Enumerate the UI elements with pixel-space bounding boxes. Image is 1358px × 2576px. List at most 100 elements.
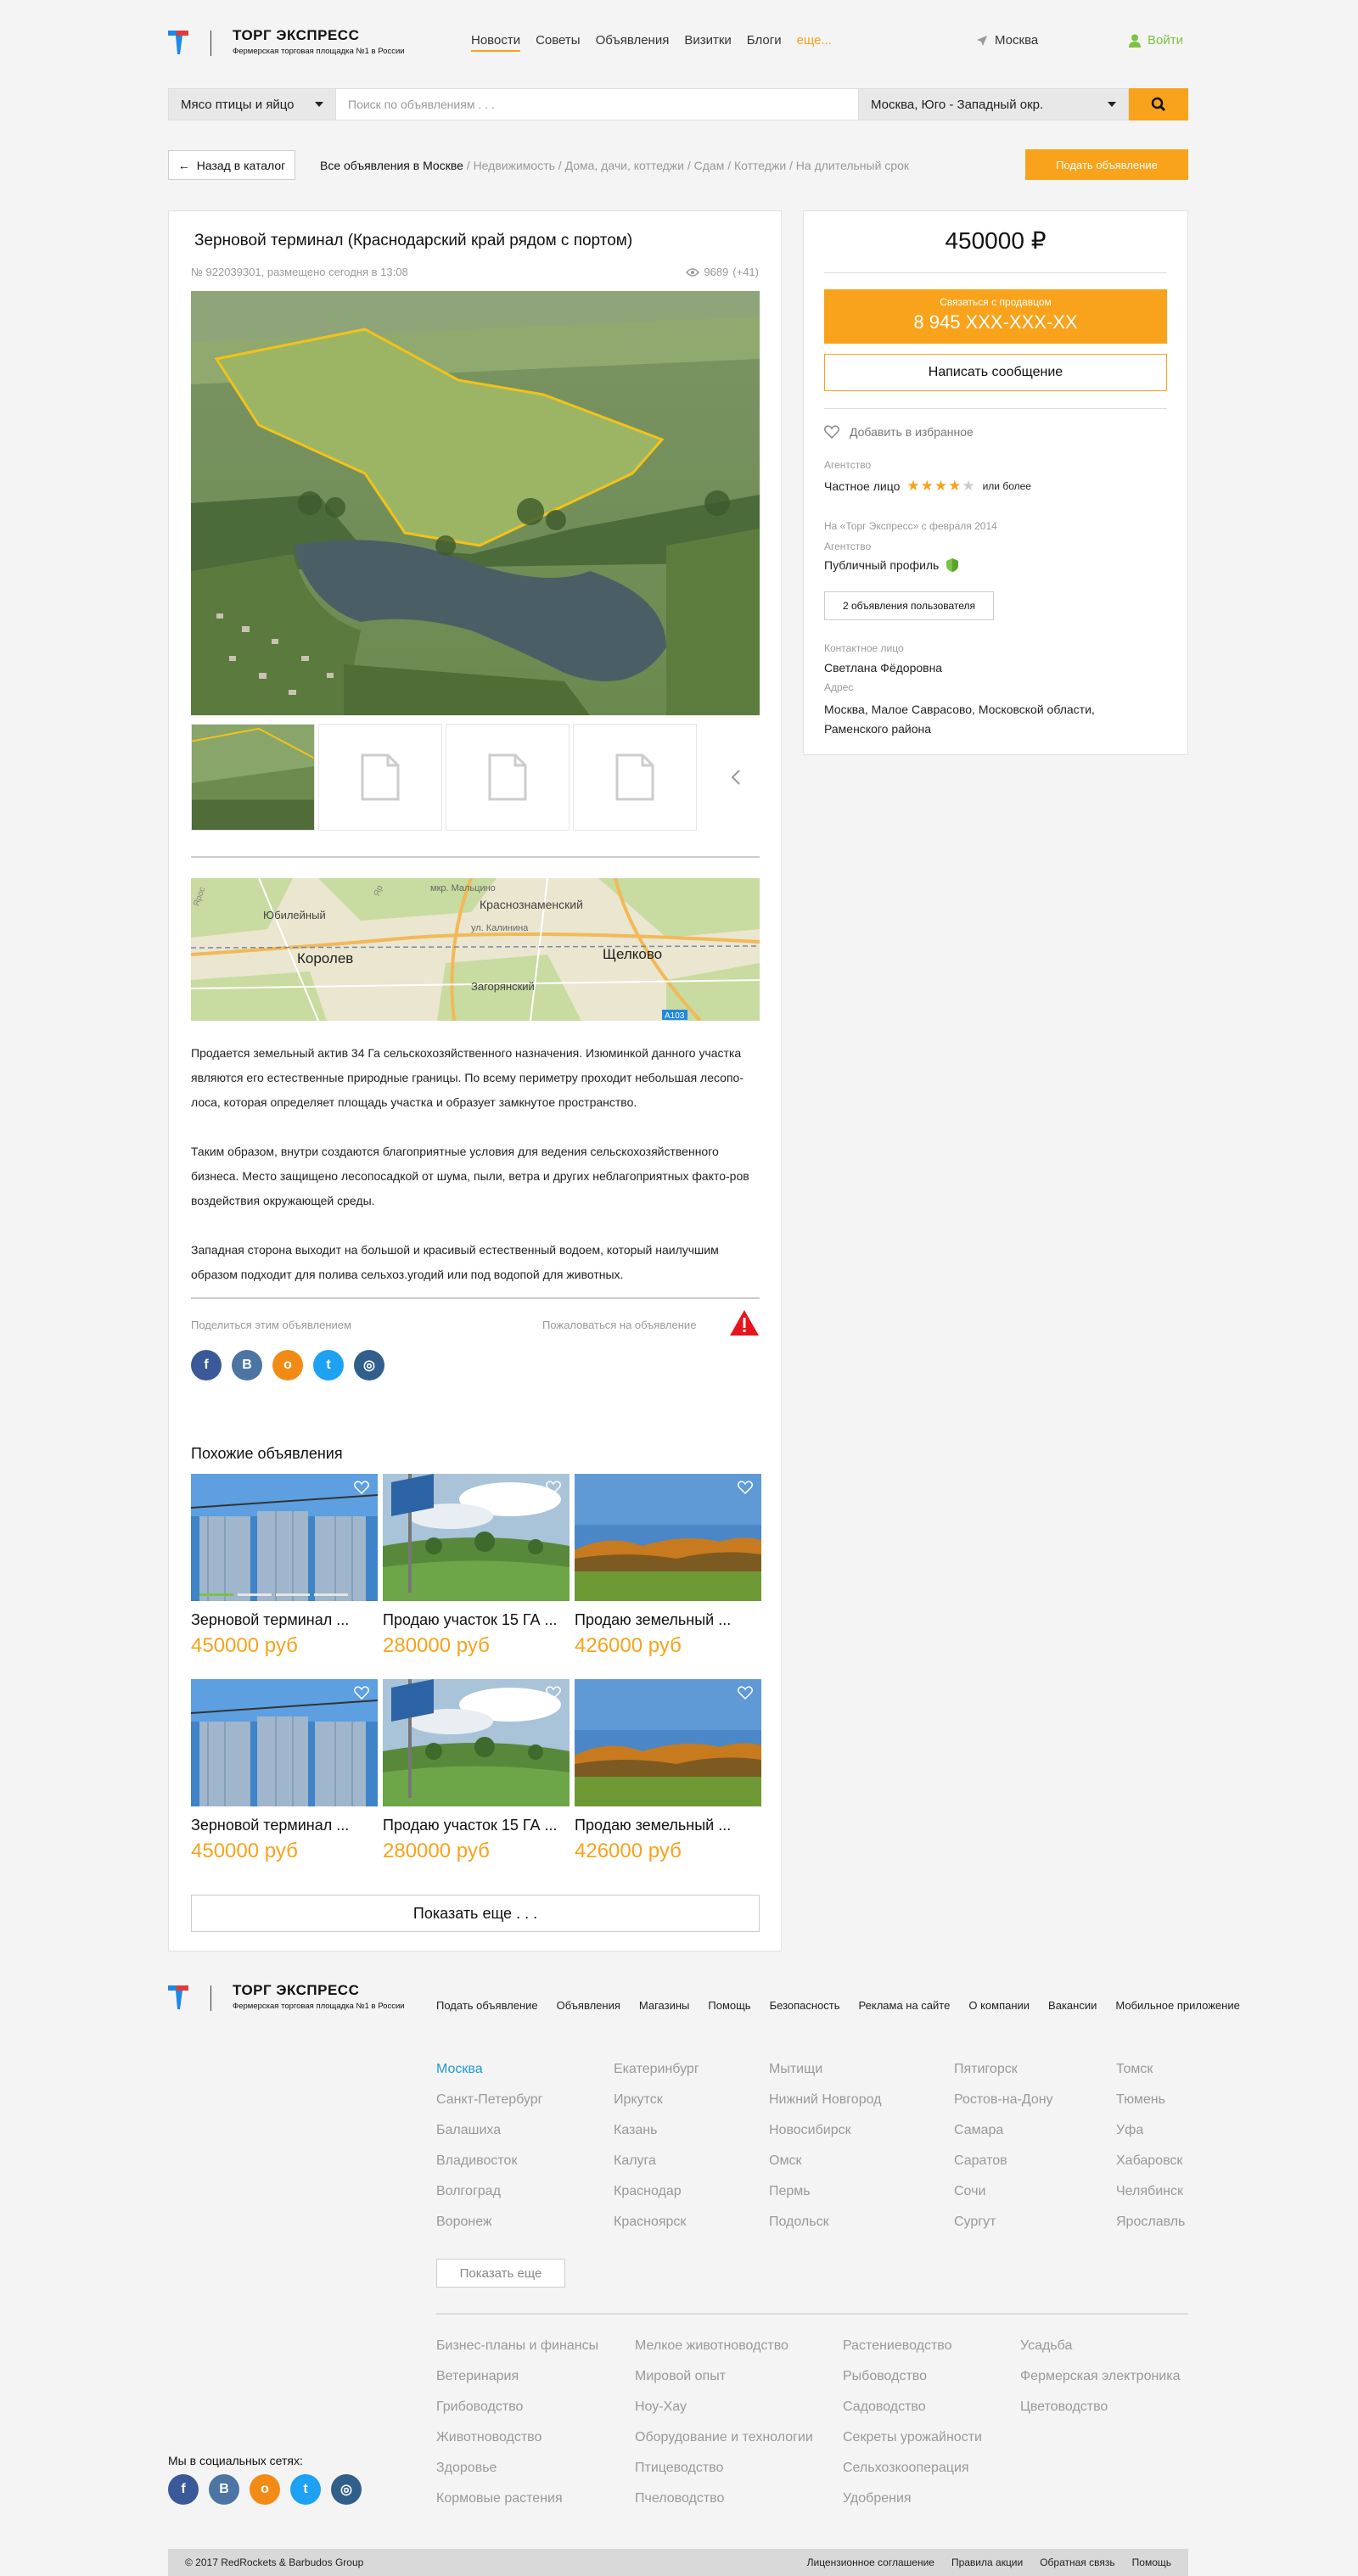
show-more-cities-button[interactable]: Показать еще bbox=[436, 2259, 565, 2288]
breadcrumb-path[interactable]: / Недвижимость / Дома, дачи, коттеджи / … bbox=[463, 159, 909, 172]
category-link[interactable]: Пчеловодство bbox=[635, 2484, 813, 2514]
category-link[interactable]: Мелкое животноводство bbox=[635, 2331, 813, 2361]
odnoklassniki-icon[interactable]: о bbox=[272, 1350, 303, 1380]
instagram-icon[interactable]: ◎ bbox=[331, 2474, 362, 2505]
nav-news[interactable]: Новости bbox=[471, 33, 521, 52]
footer-link[interactable]: Объявления bbox=[557, 1999, 620, 2012]
heart-icon[interactable] bbox=[354, 1481, 369, 1494]
heart-icon[interactable] bbox=[546, 1481, 561, 1494]
nav-more[interactable]: еще... bbox=[797, 33, 832, 48]
footer-logo[interactable]: ТОРГ ЭКСПРЕСС Фермерская торговая площад… bbox=[168, 1982, 423, 2016]
nav-tips[interactable]: Советы bbox=[536, 33, 580, 48]
category-link[interactable]: Удобрения bbox=[843, 2484, 982, 2514]
footer-link[interactable]: Реклама на сайте bbox=[859, 1999, 951, 2012]
thumbnail-4[interactable] bbox=[573, 724, 697, 831]
license-link[interactable]: Лицензионное соглашение bbox=[807, 2556, 934, 2568]
promo-rules-link[interactable]: Правила акции bbox=[951, 2556, 1023, 2568]
add-favorite-link[interactable]: Добавить в избранное bbox=[824, 425, 974, 439]
location-map[interactable]: Юбилейный Краснознаменский Королев Щелко… bbox=[191, 878, 760, 1021]
feedback-link[interactable]: Обратная связь bbox=[1040, 2556, 1114, 2568]
city-link[interactable]: Балашиха bbox=[436, 2115, 542, 2146]
city-selector[interactable]: Москва bbox=[976, 33, 1038, 48]
city-link[interactable]: Москва bbox=[436, 2054, 542, 2085]
post-ad-button[interactable]: Подать объявление bbox=[1025, 149, 1188, 180]
city-link[interactable]: Тюмень bbox=[1116, 2085, 1185, 2115]
footer-link[interactable]: Помощь bbox=[708, 1999, 750, 2012]
category-link[interactable]: Ноу-Хау bbox=[635, 2392, 813, 2422]
city-link[interactable]: Мытищи bbox=[769, 2054, 881, 2085]
footer-link[interactable]: Мобильное приложение bbox=[1115, 1999, 1239, 2012]
city-link[interactable]: Челябинск bbox=[1116, 2176, 1185, 2207]
warning-icon[interactable] bbox=[729, 1309, 760, 1336]
category-link[interactable]: Фермерская электроника bbox=[1020, 2361, 1181, 2392]
facebook-icon[interactable]: f bbox=[168, 2474, 199, 2505]
city-link[interactable]: Самара bbox=[954, 2115, 1053, 2146]
twitter-icon[interactable]: t bbox=[290, 2474, 321, 2505]
facebook-icon[interactable]: f bbox=[191, 1350, 222, 1380]
category-link[interactable]: Кормовые растения bbox=[436, 2484, 598, 2514]
region-select[interactable]: Москва, Юго - Западный окр. bbox=[859, 88, 1129, 120]
category-link[interactable]: Сельхозкооперация bbox=[843, 2453, 982, 2484]
category-link[interactable]: Грибоводство bbox=[436, 2392, 598, 2422]
city-link[interactable]: Подольск bbox=[769, 2207, 881, 2237]
heart-icon[interactable] bbox=[546, 1686, 561, 1700]
thumbnail-3[interactable] bbox=[446, 724, 570, 831]
city-link[interactable]: Волгоград bbox=[436, 2176, 542, 2207]
city-link[interactable]: Уфа bbox=[1116, 2115, 1185, 2146]
footer-link[interactable]: Вакансии bbox=[1048, 1999, 1097, 2012]
similar-item[interactable]: Продаю земельный ... 426000 руб bbox=[575, 1679, 761, 1863]
back-to-catalog-button[interactable]: ← Назад в каталог bbox=[168, 150, 295, 180]
city-link[interactable]: Омск bbox=[769, 2146, 881, 2176]
city-link[interactable]: Сургут bbox=[954, 2207, 1053, 2237]
nav-cards[interactable]: Визитки bbox=[684, 33, 731, 48]
chevron-left-icon[interactable] bbox=[726, 764, 746, 790]
nav-ads[interactable]: Объявления bbox=[596, 33, 670, 48]
city-link[interactable]: Екатеринбург bbox=[614, 2054, 699, 2085]
city-link[interactable]: Иркутск bbox=[614, 2085, 699, 2115]
complain-link[interactable]: Пожаловаться на объявление bbox=[542, 1319, 696, 1331]
write-message-button[interactable]: Написать сообщение bbox=[824, 354, 1167, 391]
show-more-button[interactable]: Показать еще . . . bbox=[191, 1895, 760, 1932]
similar-item[interactable]: Продаю участок 15 ГА ... 280000 руб bbox=[383, 1474, 570, 1658]
help-link[interactable]: Помощь bbox=[1132, 2556, 1171, 2568]
city-link[interactable]: Владивосток bbox=[436, 2146, 542, 2176]
city-link[interactable]: Красноярск bbox=[614, 2207, 699, 2237]
city-link[interactable]: Казань bbox=[614, 2115, 699, 2146]
user-ads-button[interactable]: 2 объявления пользователя bbox=[824, 591, 994, 620]
category-link[interactable]: Ветеринария bbox=[436, 2361, 598, 2392]
city-link[interactable]: Воронеж bbox=[436, 2207, 542, 2237]
heart-icon[interactable] bbox=[354, 1686, 369, 1700]
heart-icon[interactable] bbox=[738, 1686, 753, 1700]
thumbnail-2[interactable] bbox=[318, 724, 442, 831]
public-profile-link[interactable]: Публичный профиль bbox=[824, 557, 959, 573]
similar-item[interactable]: Продаю земельный ... 426000 руб bbox=[575, 1474, 761, 1658]
city-link[interactable]: Сочи bbox=[954, 2176, 1053, 2207]
category-link[interactable]: Здоровье bbox=[436, 2453, 598, 2484]
category-link[interactable]: Секреты урожайности bbox=[843, 2422, 982, 2453]
city-link[interactable]: Хабаровск bbox=[1116, 2146, 1185, 2176]
city-link[interactable]: Нижний Новгород bbox=[769, 2085, 881, 2115]
instagram-icon[interactable]: ◎ bbox=[354, 1350, 384, 1380]
nav-blogs[interactable]: Блоги bbox=[747, 33, 782, 48]
category-link[interactable]: Оборудование и технологии bbox=[635, 2422, 813, 2453]
login-link[interactable]: Войти bbox=[1129, 33, 1183, 48]
breadcrumb-root[interactable]: Все объявления в Москве bbox=[320, 159, 463, 172]
category-link[interactable]: Усадьба bbox=[1020, 2331, 1181, 2361]
thumbnail-1[interactable] bbox=[191, 724, 315, 831]
city-link[interactable]: Пятигорск bbox=[954, 2054, 1053, 2085]
footer-link[interactable]: Подать объявление bbox=[436, 1999, 538, 2012]
category-link[interactable]: Бизнес-планы и финансы bbox=[436, 2331, 598, 2361]
vkontakte-icon[interactable]: B bbox=[232, 1350, 262, 1380]
similar-item[interactable]: Продаю участок 15 ГА ... 280000 руб bbox=[383, 1679, 570, 1863]
category-link[interactable]: Растениеводство bbox=[843, 2331, 982, 2361]
similar-item[interactable]: Зерновой терминал ... 450000 руб bbox=[191, 1679, 378, 1863]
city-link[interactable]: Пермь bbox=[769, 2176, 881, 2207]
main-photo[interactable] bbox=[191, 291, 760, 715]
footer-link[interactable]: О компании bbox=[968, 1999, 1030, 2012]
heart-icon[interactable] bbox=[738, 1481, 753, 1494]
twitter-icon[interactable]: t bbox=[313, 1350, 344, 1380]
city-link[interactable]: Санкт-Петербург bbox=[436, 2085, 542, 2115]
category-link[interactable]: Животноводство bbox=[436, 2422, 598, 2453]
city-link[interactable]: Новосибирск bbox=[769, 2115, 881, 2146]
search-input[interactable]: Поиск по объявлениям . . . bbox=[336, 88, 859, 120]
